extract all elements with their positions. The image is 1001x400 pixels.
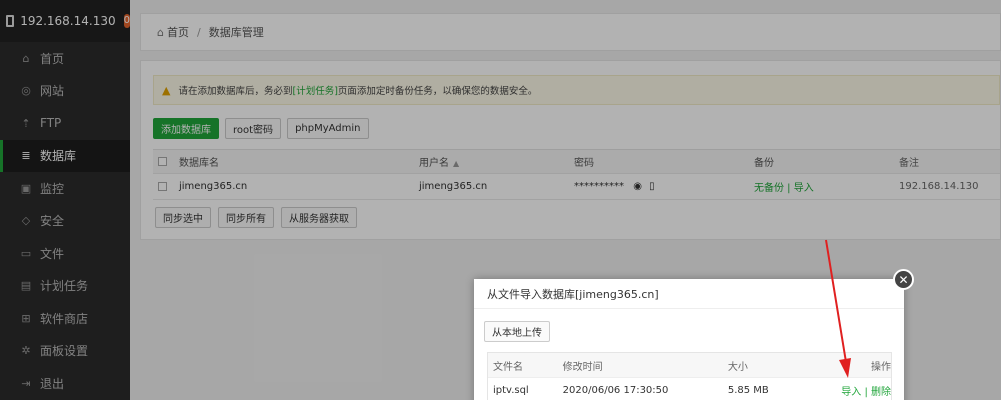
col-size: 大小 — [727, 361, 748, 373]
col-mtime: 修改时间 — [562, 361, 603, 373]
file-actions: 导入 | 删除 — [837, 383, 891, 398]
col-actions: 操作 — [871, 361, 892, 373]
dialog-title: 从文件导入数据库[jimeng365.cn] — [474, 279, 904, 309]
file-mtime: 2020/06/06 17:30:50 — [562, 384, 669, 396]
file-table-header: 文件名 修改时间 大小 操作 — [488, 353, 891, 378]
file-name: iptv.sql — [493, 384, 529, 396]
file-table: 文件名 修改时间 大小 操作 iptv.sql 2020/06/06 17:30… — [487, 352, 892, 400]
upload-local-button[interactable]: 从本地上传 — [484, 321, 550, 342]
import-file-link[interactable]: 导入 — [841, 387, 861, 398]
table-row: iptv.sql 2020/06/06 17:30:50 5.85 MB 导入 … — [488, 378, 891, 400]
action-separator: | — [861, 386, 872, 398]
delete-file-link[interactable]: 删除 — [871, 387, 891, 398]
close-icon[interactable]: ✕ — [893, 269, 914, 290]
col-filename: 文件名 — [493, 361, 523, 373]
import-dialog: 从文件导入数据库[jimeng365.cn] 从本地上传 文件名 修改时间 大小… — [474, 279, 904, 400]
file-size: 5.85 MB — [727, 384, 769, 396]
